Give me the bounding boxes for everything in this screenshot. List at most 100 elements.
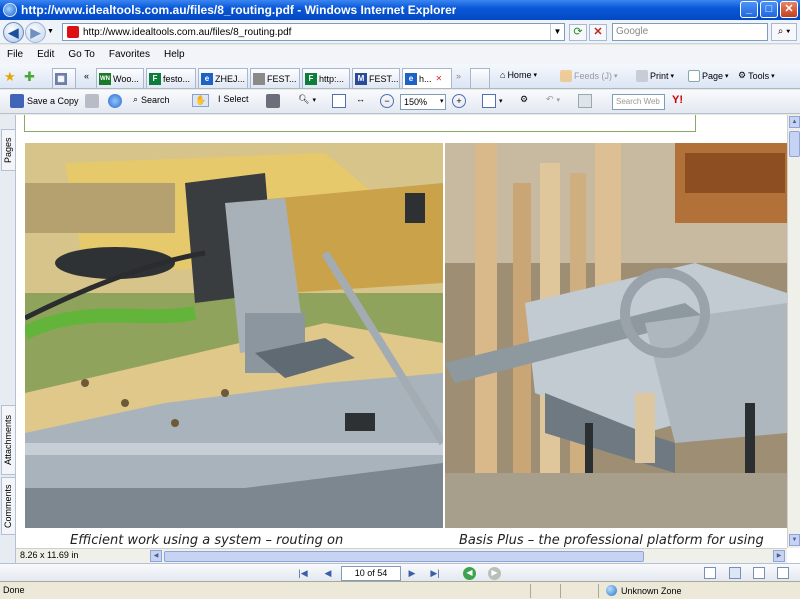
status-divider (560, 584, 561, 598)
address-field[interactable]: http://www.idealtools.com.au/files/8_rou… (62, 23, 565, 41)
security-zone[interactable]: Unknown Zone (606, 585, 682, 596)
tab-scroll-right-icon[interactable]: » (456, 71, 461, 81)
search-button[interactable]: ⌕ ▾ (771, 23, 797, 41)
snapshot-button[interactable] (266, 94, 280, 108)
last-page-icon[interactable]: ▶| (428, 567, 442, 579)
feeds-button[interactable]: Feeds (J) ▾ (560, 70, 618, 82)
search-web-input[interactable]: Search Web (612, 94, 665, 110)
pdf-page[interactable]: Efficient work using a system – routing … (16, 115, 787, 548)
new-tab-button[interactable] (470, 68, 490, 88)
vertical-scrollbar[interactable]: ▲ ▼ (787, 115, 800, 548)
gear-icon: ⚙ (738, 70, 747, 80)
tab-scroll-left-icon[interactable]: « (84, 71, 89, 81)
hand-tool-button[interactable]: ✋ (192, 94, 210, 107)
next-view-icon[interactable]: ▶ (488, 567, 501, 580)
zoom-in-button[interactable]: + (452, 94, 466, 108)
tab-label: h... (419, 73, 432, 84)
fit-page-button[interactable] (332, 94, 346, 108)
page-header-rule (24, 115, 696, 132)
pages-panel-tab[interactable]: Pages (1, 129, 15, 171)
menu-help[interactable]: Help (157, 49, 192, 60)
undo-button[interactable]: ↶ ▾ (546, 94, 560, 105)
globe-icon (606, 585, 617, 596)
settings-icon: ⚙ (520, 94, 529, 104)
print-pdf-button[interactable] (85, 94, 99, 108)
menu-go-to[interactable]: Go To (61, 49, 102, 60)
yahoo-logo[interactable]: Y! (672, 94, 683, 106)
favorites-star-icon[interactable]: ★ (4, 69, 16, 85)
address-toolbar: ◀ ▶ ▼ http://www.idealtools.com.au/files… (0, 20, 800, 44)
tab-fest-1[interactable]: FEST... (250, 68, 300, 88)
add-favorite-icon[interactable]: ✚ (24, 69, 35, 85)
tab-close-icon[interactable]: ✕ (436, 74, 443, 83)
tools-pdf-button[interactable]: ⚙ (520, 94, 528, 105)
stop-button[interactable]: ✕ (589, 24, 607, 41)
search-pdf-button[interactable]: ⌕ Search (133, 94, 170, 105)
save-copy-button[interactable]: Save a Copy (10, 94, 79, 108)
zoom-out-button[interactable]: − (380, 94, 394, 108)
single-page-view-icon[interactable] (704, 567, 716, 579)
previous-page-icon[interactable]: ◀ (321, 567, 335, 579)
home-button[interactable]: ⌂ Home ▾ (500, 70, 537, 80)
printer-icon (85, 94, 99, 108)
select-tool-button[interactable]: I Select (218, 94, 249, 104)
fit-page-icon (332, 94, 346, 108)
page-size-label: 8.26 x 11.69 in (20, 550, 79, 560)
tab-fest-2[interactable]: M FEST... (352, 68, 400, 88)
title-bar[interactable]: http://www.idealtools.com.au/files/8_rou… (0, 0, 800, 20)
maximize-button[interactable]: □ (760, 1, 778, 18)
tab-http[interactable]: F http:... (302, 68, 350, 88)
continuous-view-icon[interactable] (729, 567, 741, 579)
scroll-right-icon[interactable]: ▶ (773, 550, 785, 562)
print-button[interactable]: Print ▾ (636, 70, 674, 82)
zoom-dropdown-icon[interactable]: ▾ (440, 97, 444, 105)
tab-festo[interactable]: F festo... (146, 68, 196, 88)
refresh-button[interactable]: ⟳ (569, 24, 587, 41)
first-page-icon[interactable]: |◀ (296, 567, 310, 579)
address-dropdown-icon[interactable]: ▼ (550, 24, 564, 40)
tab-woo[interactable]: WN Woo... (96, 68, 144, 88)
zoom-in-tool-button[interactable]: 🔍︎ ▾ (298, 94, 316, 105)
fit-width-button[interactable]: ↔ (356, 94, 365, 104)
minimize-button[interactable]: _ (740, 1, 758, 18)
tools-menu-button[interactable]: ⚙ Tools ▾ (738, 70, 775, 81)
scroll-down-icon[interactable]: ▼ (789, 534, 800, 546)
search-input[interactable]: Google (612, 23, 768, 41)
horizontal-scroll-thumb[interactable] (164, 551, 644, 562)
menu-favorites[interactable]: Favorites (102, 49, 157, 60)
forward-button[interactable]: ▶ (25, 22, 46, 43)
scroll-up-icon[interactable]: ▲ (789, 116, 800, 128)
page-menu-button[interactable]: Page ▾ (688, 70, 729, 82)
next-page-icon[interactable]: ▶ (405, 567, 419, 579)
horizontal-scrollbar[interactable]: 8.26 x 11.69 in ◀ ▶ (16, 548, 787, 563)
attachments-panel-tab[interactable]: Attachments (1, 405, 15, 475)
tab-label: FEST... (369, 73, 399, 84)
previous-view-icon[interactable]: ◀ (463, 567, 476, 580)
tab-favicon-icon: F (305, 72, 317, 85)
email-button[interactable] (108, 94, 122, 108)
back-button[interactable]: ◀ (3, 22, 24, 43)
globe-mail-icon (108, 94, 122, 108)
basis-plus-photo (445, 143, 787, 528)
menu-edit[interactable]: Edit (30, 49, 61, 60)
page-number-field[interactable]: 10 of 54 (341, 566, 401, 581)
close-button[interactable]: ✕ (780, 1, 798, 18)
quick-tabs-button[interactable]: ▦ (52, 68, 76, 88)
vertical-scroll-thumb[interactable] (789, 131, 800, 157)
comments-panel-tab[interactable]: Comments (1, 477, 15, 535)
page-layout-button[interactable]: ▾ (482, 94, 503, 108)
tab-zhej[interactable]: e ZHEJ... (198, 68, 248, 88)
tab-active[interactable]: e h... ✕ (402, 68, 452, 88)
history-dropdown-icon[interactable]: ▼ (47, 28, 54, 35)
copy-button[interactable] (578, 94, 592, 108)
scroll-left-icon[interactable]: ◀ (150, 550, 162, 562)
printer-icon (636, 70, 648, 82)
navigation-panel: Pages Attachments Comments (0, 115, 16, 563)
home-icon: ⌂ (500, 70, 506, 80)
continuous-facing-view-icon[interactable] (777, 567, 789, 579)
menu-file[interactable]: File (0, 49, 30, 60)
page-label: Page (702, 71, 724, 81)
facing-view-icon[interactable] (753, 567, 765, 579)
search-icon: ⌕ (777, 26, 784, 37)
ie-logo-icon (3, 3, 17, 17)
